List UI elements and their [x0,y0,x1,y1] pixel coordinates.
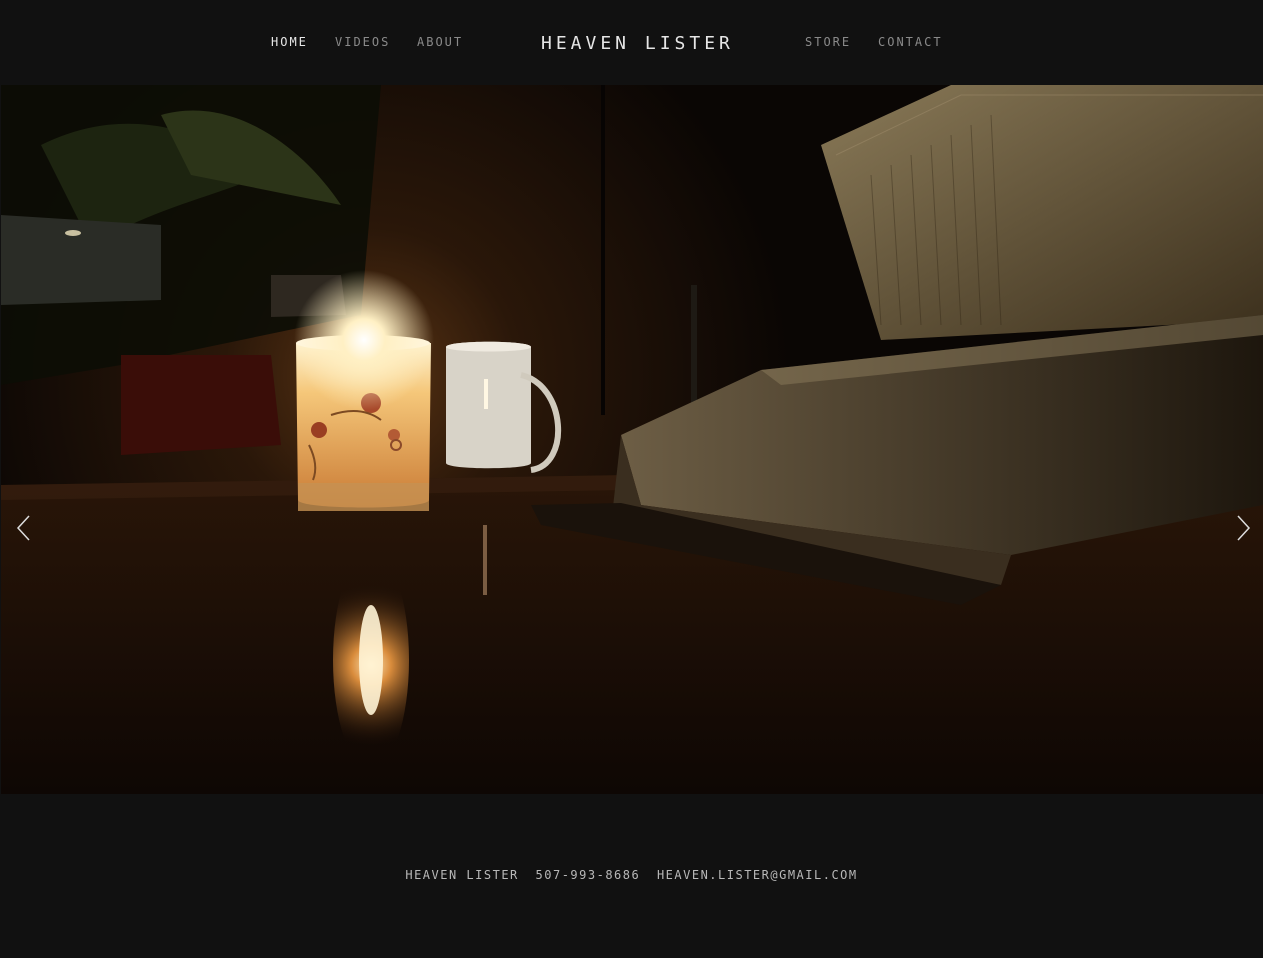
footer-phone[interactable]: 507-993-8686 [536,868,641,882]
footer-name: HEAVEN LISTER [405,868,519,882]
nav-store-link[interactable]: STORE [805,35,851,49]
site-header: HOME VIDEOS ABOUT HEAVEN LISTER STORE CO… [0,0,1263,85]
chevron-right-icon [1237,515,1251,541]
hero-image [1,85,1263,794]
nav-about-link[interactable]: ABOUT [417,35,463,49]
nav-contact-link[interactable]: CONTACT [878,35,943,49]
next-slide-button[interactable] [1230,515,1254,541]
footer-email[interactable]: HEAVEN.LISTER@GMAIL.COM [657,868,858,882]
footer-contact: HEAVEN LISTER 507-993-8686 HEAVEN.LISTER… [0,868,1263,882]
site-title[interactable]: HEAVEN LISTER [541,33,734,54]
hero-slideshow [1,85,1263,794]
nav-videos-link[interactable]: VIDEOS [335,35,390,49]
chevron-left-icon [16,515,30,541]
nav-home-link[interactable]: HOME [271,35,308,49]
prev-slide-button[interactable] [13,515,37,541]
